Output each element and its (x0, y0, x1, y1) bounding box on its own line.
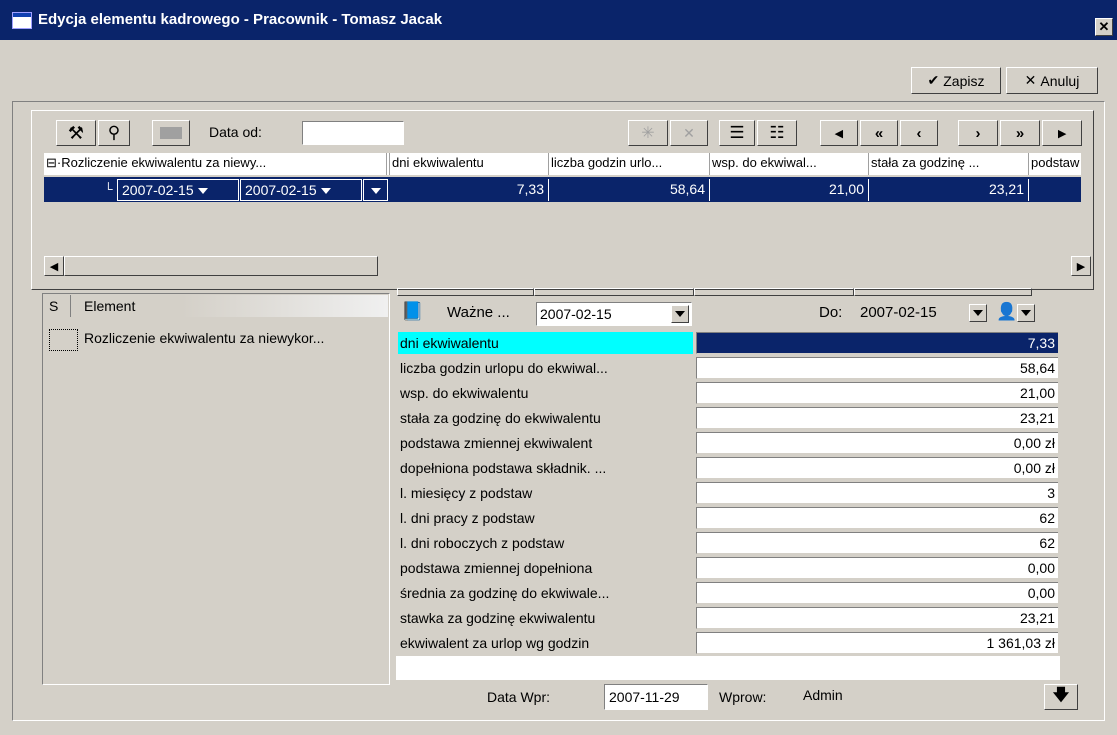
table-cell[interactable]: 23,21 (869, 179, 1029, 201)
detail-label: wsp. do ekwiwalentu (400, 385, 529, 401)
chevron-down-icon[interactable] (197, 188, 208, 195)
chevron-down-icon[interactable] (1017, 304, 1035, 322)
book-icon: 📘 (401, 301, 424, 321)
detail-label: średnia za godzinę do ekwiwale... (400, 585, 610, 601)
detail-label: podstawa zmiennej dopełniona (400, 560, 593, 576)
save-button[interactable]: ✔ Zapisz (911, 67, 1001, 94)
detail-label: liczba godzin urlopu do ekwiwal... (400, 360, 608, 376)
x-icon: ✕ (1024, 72, 1037, 88)
add-row-icon[interactable]: ☰ (719, 120, 755, 146)
detail-label: dni ekwiwalentu (398, 332, 693, 354)
entered-by-label: Wprow: (719, 689, 767, 705)
detail-label: l. dni roboczych z podstaw (400, 535, 565, 551)
detail-label: dopełniona podstawa składnik. ... (400, 460, 607, 476)
detail-value[interactable]: 7,33 (696, 332, 1058, 354)
table-cell[interactable]: 21,00 (710, 179, 869, 201)
tools-icon[interactable]: ⚒ (56, 120, 96, 146)
detail-value[interactable]: 58,64 (696, 357, 1058, 379)
to-date-select[interactable]: 2007-02-15 (857, 302, 989, 326)
filter-icon[interactable] (152, 120, 190, 146)
entry-date-field[interactable]: 2007-11-29 (604, 684, 708, 710)
detail-label: l. miesięcy z podstaw (400, 485, 533, 501)
column-header[interactable]: stała za godzinę ... (869, 153, 1029, 175)
column-header[interactable]: dni ekwiwalentu (390, 153, 549, 175)
cancel-button[interactable]: ✕ Anuluj (1006, 67, 1098, 94)
column-header[interactable]: podstaw (1029, 153, 1081, 175)
checkmark-icon: ✔ (927, 72, 940, 88)
dropdown-cell[interactable] (363, 179, 388, 201)
column-header[interactable]: liczba godzin urlo... (549, 153, 710, 175)
remove-row-icon[interactable]: ☷ (757, 120, 797, 146)
list-item[interactable]: Rozliczenie ekwiwalentu za niewykor... (84, 330, 324, 346)
entered-by-value: Admin (803, 687, 843, 703)
scroll-right-icon[interactable]: ▶ (1071, 256, 1091, 276)
table-cell[interactable]: 58,64 (549, 179, 710, 201)
date-from-label: Data od: (209, 124, 262, 140)
date-from-input[interactable] (302, 121, 404, 145)
detail-label: podstawa zmiennej ekwiwalent (400, 435, 593, 451)
search-icon[interactable]: ⚲ (98, 120, 130, 146)
collapse-icon[interactable]: ⊟· (46, 155, 61, 170)
chevron-down-icon[interactable] (671, 305, 689, 323)
cancel-label: Anuluj (1040, 72, 1080, 89)
detail-empty-area (396, 656, 1060, 680)
detail-label: ekwiwalent za urlop wg godzin (400, 635, 590, 651)
detail-label: stawka za godzinę ekwiwalentu (400, 610, 596, 626)
chevron-down-icon[interactable] (969, 304, 987, 322)
column-s-header[interactable]: S (49, 298, 58, 314)
detail-value[interactable]: 21,00 (696, 382, 1058, 404)
column-header[interactable]: wsp. do ekwiwal... (710, 153, 869, 175)
prev-small-icon[interactable]: ◂ (820, 120, 858, 146)
column-element-header[interactable]: Element (84, 298, 135, 314)
scrollbar-thumb[interactable] (64, 256, 378, 276)
detail-value[interactable]: 1 361,03 zł (696, 632, 1058, 654)
detail-value[interactable]: 0,00 zł (696, 432, 1058, 454)
detail-label: l. dni pracy z podstaw (400, 510, 535, 526)
detail-value[interactable]: 0,00 (696, 582, 1058, 604)
entry-date-label: Data Wpr: (487, 689, 551, 705)
detail-value[interactable]: 3 (696, 482, 1058, 504)
tree-connector-icon: └ (104, 182, 113, 196)
last-page-icon[interactable]: » (1000, 120, 1040, 146)
chevron-down-icon[interactable] (320, 188, 331, 195)
detail-value[interactable]: 0,00 zł (696, 457, 1058, 479)
person-icon[interactable]: 👤 (996, 302, 1017, 322)
detail-value[interactable]: 23,21 (696, 607, 1058, 629)
window-icon (12, 12, 32, 29)
prev-icon[interactable]: ‹ (900, 120, 938, 146)
close-button[interactable]: ✕ (1095, 18, 1113, 36)
detail-value[interactable]: 0,00 (696, 557, 1058, 579)
valid-label: Ważne ... (447, 304, 510, 321)
arrow-down-icon[interactable]: 🡇 (1044, 684, 1078, 710)
chevron-down-icon[interactable] (371, 188, 381, 195)
save-label: Zapisz (943, 72, 985, 89)
detail-value[interactable]: 23,21 (696, 407, 1058, 429)
column-header[interactable]: ⊟·Rozliczenie ekwiwalentu za niewy... (44, 153, 387, 175)
status-icon (49, 329, 78, 351)
scroll-left-icon[interactable]: ◀ (44, 256, 64, 276)
new-record-icon[interactable]: ✳ (628, 120, 668, 146)
next-small-icon[interactable]: ▸ (1042, 120, 1082, 146)
valid-date-select[interactable]: 2007-02-15 (536, 302, 692, 326)
first-page-icon[interactable]: « (860, 120, 898, 146)
delete-record-icon[interactable]: ✕ (670, 120, 708, 146)
detail-value[interactable]: 62 (696, 507, 1058, 529)
to-label: Do: (819, 304, 843, 321)
element-list-panel (42, 293, 390, 685)
next-icon[interactable]: › (958, 120, 998, 146)
window-title: Edycja elementu kadrowego - Pracownik - … (38, 11, 443, 28)
table-cell[interactable]: 7,33 (390, 179, 549, 201)
date-cell[interactable]: 2007-02-15 (240, 179, 362, 201)
detail-label: stała za godzinę do ekwiwalentu (400, 410, 601, 426)
date-cell[interactable]: 2007-02-15 (117, 179, 239, 201)
detail-value[interactable]: 62 (696, 532, 1058, 554)
